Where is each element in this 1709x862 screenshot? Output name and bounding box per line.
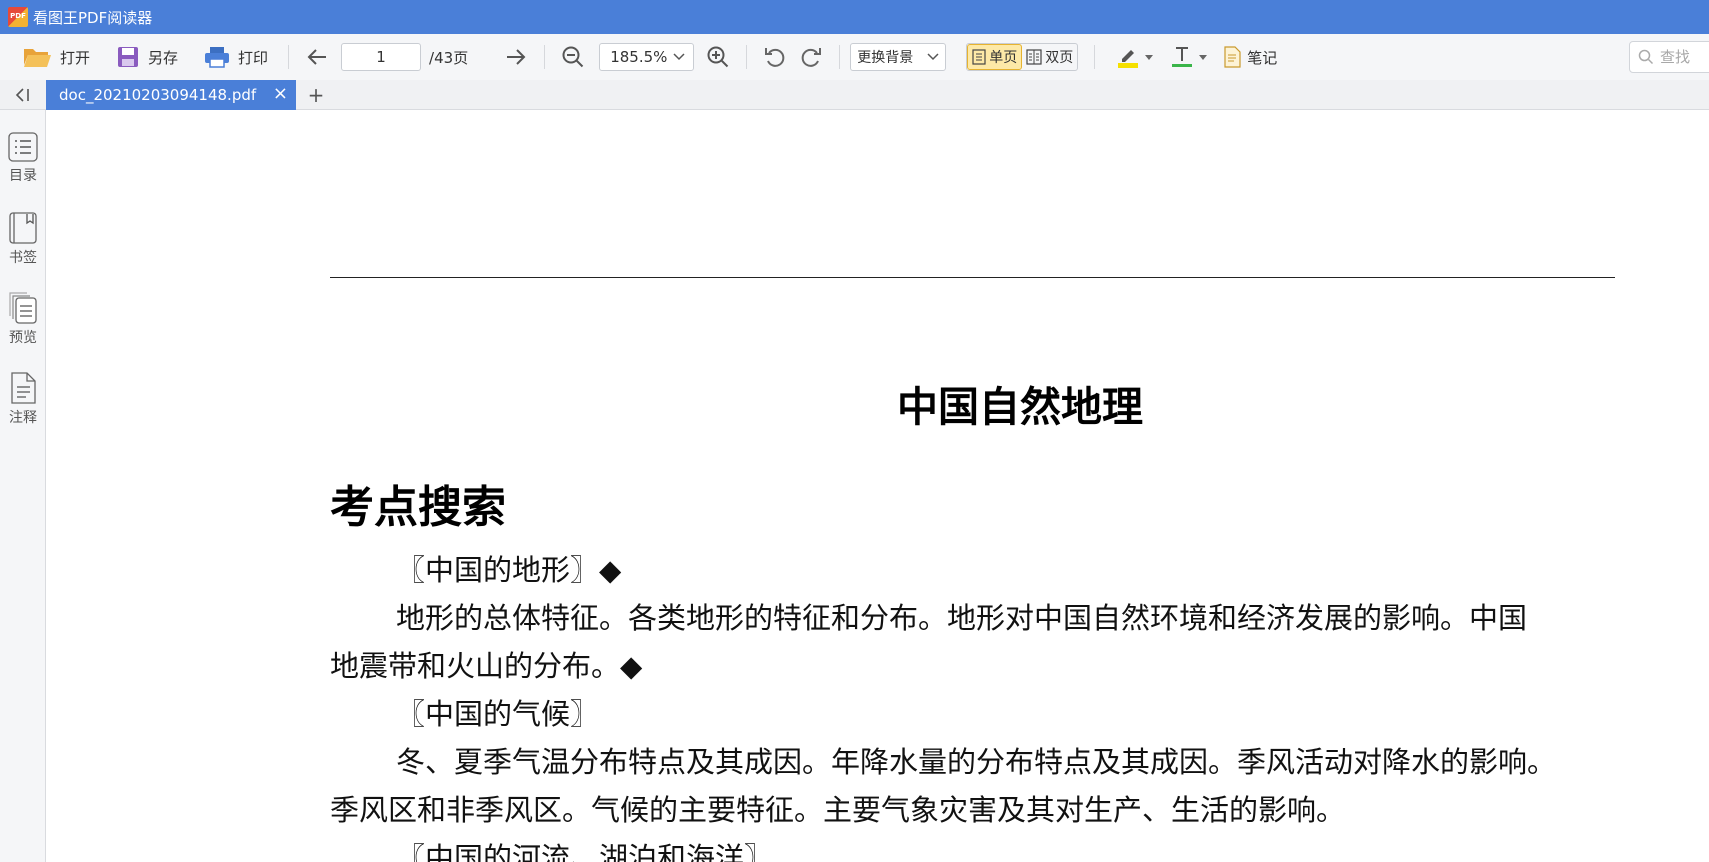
text-color-icon [1171,45,1193,69]
print-label: 打印 [238,48,269,67]
arrow-right-icon [504,45,528,69]
collapse-left-icon [14,87,32,103]
single-page-label: 单页 [989,50,1018,66]
search-icon [1638,49,1654,65]
document-viewer[interactable]: 中国自然地理 考点搜索 〖中国的地形〗◆ 地形的总体特征。各类地形的特征和分布。… [47,111,1709,862]
sidebar-item-label: 注释 [9,410,37,426]
document-line: 地震带和火山的分布。◆ [330,649,643,683]
chevron-down-icon [673,53,685,61]
toolbar: 打开 另存 打印 /43页 185.5% [0,34,1709,80]
open-button[interactable]: 打开 [16,40,96,74]
next-page-button[interactable] [498,40,534,74]
highlighter-icon [1117,45,1139,69]
notes-label: 笔记 [1247,48,1278,67]
print-button[interactable]: 打印 [198,40,274,74]
zoom-in-button[interactable] [700,40,736,74]
toolbar-divider [839,45,841,69]
page-view-toggle: 单页 双页 [966,43,1079,71]
double-page-icon [1026,49,1042,65]
arrow-left-icon [305,45,329,69]
document-line: 冬、夏季气温分布特点及其成因。年降水量的分布特点及其成因。季风活动对降水的影响。 [396,745,1557,779]
collapse-sidebar-button[interactable] [0,80,46,110]
search-input[interactable] [1660,48,1709,66]
sidebar-item-label: 书签 [9,250,37,266]
single-page-icon [972,49,986,65]
header-rule [330,277,1615,278]
sidebar-item-bookmarks[interactable]: 书签 [0,212,46,267]
app-title: 看图王PDF阅读器 [33,8,153,27]
document-line: 季风区和非季风区。气候的主要特征。主要气象灾害及其对生产、生活的影响。 [330,793,1346,827]
double-page-button[interactable]: 双页 [1022,44,1077,70]
background-label: 更换背景 [857,50,914,66]
highlight-button[interactable] [1111,40,1159,74]
tab-label: doc_20210203094148.pdf [59,86,257,104]
sidebar-item-label: 预览 [9,330,37,346]
save-as-label: 另存 [148,48,179,67]
note-icon [8,372,38,404]
tab-bar: doc_20210203094148.pdf × + [0,80,1709,110]
save-icon [116,45,140,69]
zoom-out-button[interactable] [555,40,591,74]
tab-document[interactable]: doc_20210203094148.pdf × [46,80,296,110]
caret-down-icon [1199,54,1208,60]
search-box [1629,41,1709,73]
document-title: 中国自然地理 [897,383,1143,431]
change-background-select[interactable]: 更换背景 [850,43,947,71]
note-icon [1223,46,1241,68]
zoom-in-icon [706,45,730,69]
printer-icon [204,45,230,69]
page-number-input[interactable] [341,43,422,71]
add-tab-button[interactable]: + [304,83,328,107]
section-heading: 考点搜索 [330,482,506,533]
tab-close-button[interactable]: × [273,84,288,104]
caret-down-icon [1145,54,1154,60]
double-page-label: 双页 [1045,50,1074,66]
sidebar-item-label: 目录 [9,168,37,184]
document-line: 〖中国的地形〗◆ [396,553,622,587]
side-panel: 目录 书签 预览 注释 [0,110,46,862]
toolbar-divider [288,45,290,69]
zoom-value: 185.5% [610,48,668,66]
toolbar-divider [1094,45,1096,69]
rotate-right-button[interactable] [793,40,829,74]
zoom-out-icon [561,45,585,69]
sidebar-item-toc[interactable]: 目录 [0,132,46,185]
notes-button[interactable]: 笔记 [1217,40,1283,74]
document-line: 地形的总体特征。各类地形的特征和分布。地形对中国自然环境和经济发展的影响。中国 [396,601,1528,635]
text-color-button[interactable] [1165,40,1213,74]
sidebar-item-preview[interactable]: 预览 [0,292,46,347]
document-line: 〖中国的气候〗 [396,697,600,731]
app-logo-icon [8,7,28,27]
zoom-select[interactable]: 185.5% [599,43,695,71]
pages-icon [8,292,38,324]
single-page-button[interactable]: 单页 [967,44,1023,70]
document-line: 〖中国的河流、湖泊和海洋〗 [396,841,774,862]
open-label: 打开 [60,48,91,67]
page-total: /43页 [429,48,469,67]
bookmark-icon [8,212,38,244]
toolbar-divider [544,45,546,69]
sidebar-item-annotations[interactable]: 注释 [0,372,46,427]
rotate-left-button[interactable] [757,40,793,74]
list-icon [8,132,38,162]
save-as-button[interactable]: 另存 [110,40,184,74]
title-bar: 看图王PDF阅读器 [0,0,1709,34]
chevron-down-icon [927,53,939,61]
folder-icon [22,45,52,69]
rotate-left-icon [763,45,787,69]
toolbar-divider [746,45,748,69]
previous-page-button[interactable] [299,40,335,74]
rotate-right-icon [799,45,823,69]
